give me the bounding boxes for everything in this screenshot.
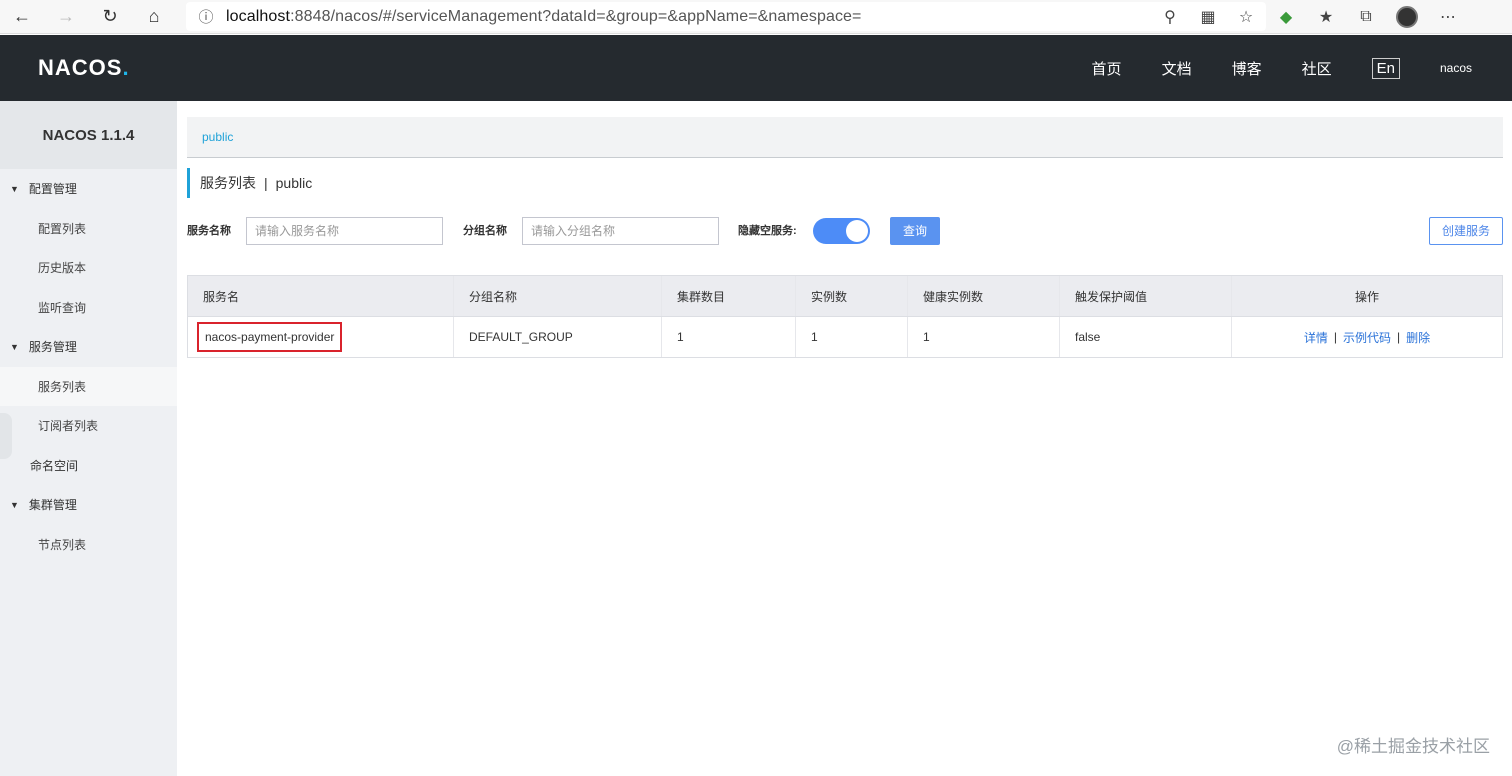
sidebar: NACOS 1.1.4 ▼ 配置管理 配置列表 历史版本 监听查询 ▼ 服务管理… [0, 101, 177, 776]
sidebar-item-config-list[interactable]: 配置列表 [0, 209, 177, 249]
column-header: 触发保护阈值 [1060, 276, 1232, 316]
nacos-logo[interactable]: NACOS. [38, 55, 130, 81]
caret-down-icon: ▼ [10, 183, 19, 194]
toggle-knob [846, 220, 868, 242]
logo-dot: . [122, 55, 130, 80]
address-bar[interactable]: ⓘ localhost:8848/nacos/#/serviceManageme… [186, 2, 1266, 31]
collections-icon[interactable]: ⧉ [1356, 8, 1376, 26]
caret-down-icon: ▼ [10, 499, 19, 510]
healthy-cell: 1 [908, 317, 1060, 357]
nav-docs[interactable]: 文档 [1162, 58, 1192, 79]
sidebar-item-namespace[interactable]: 命名空间 [0, 446, 177, 486]
sidebar-item-listener-query[interactable]: 监听查询 [0, 288, 177, 328]
sidebar-group-label: 集群管理 [28, 498, 77, 513]
favorites-list-icon[interactable]: ★ [1316, 7, 1336, 27]
home-icon[interactable]: ⌂ [132, 0, 176, 34]
nav-blog[interactable]: 博客 [1232, 58, 1262, 79]
sidebar-item-service-list[interactable]: 服务列表 [0, 366, 177, 406]
group-name-input[interactable]: 请输入分组名称 [522, 217, 719, 245]
namespace-breadcrumb: public [187, 117, 1503, 158]
browser-toolbar: ← → ↻ ⌂ ⓘ localhost:8848/nacos/#/service… [0, 0, 1512, 34]
service-table: 服务名 分组名称 集群数目 实例数 健康实例数 触发保护阈值 操作 nacos-… [187, 275, 1503, 358]
page-title: 服务列表 | public [187, 168, 312, 198]
sidebar-item-node-list[interactable]: 节点列表 [0, 525, 177, 565]
more-menu-icon[interactable]: ⋯ [1438, 7, 1458, 27]
top-navigation: NACOS. 首页 文档 博客 社区 En nacos [0, 35, 1512, 101]
filter-row: 服务名称 请输入服务名称 分组名称 请输入分组名称 隐藏空服务: 查询 创建服务 [187, 217, 1503, 245]
sidebar-item-history[interactable]: 历史版本 [0, 248, 177, 288]
clusters-cell: 1 [662, 317, 796, 357]
sidebar-title: NACOS 1.1.4 [0, 101, 177, 169]
url-path: :8848/nacos/#/serviceManagement?dataId=&… [290, 7, 862, 25]
translate-icon[interactable]: ▦ [1198, 7, 1218, 27]
watermark: @稀土掘金技术社区 [1336, 737, 1490, 756]
language-switch-button[interactable]: En [1371, 57, 1400, 79]
sidebar-group-config[interactable]: ▼ 配置管理 [0, 169, 177, 209]
caret-down-icon: ▼ [10, 341, 19, 352]
nav-home[interactable]: 首页 [1092, 58, 1122, 79]
refresh-icon[interactable]: ↻ [88, 0, 132, 34]
profile-avatar[interactable] [1396, 6, 1418, 28]
op-separator: | [1333, 330, 1337, 344]
column-header: 健康实例数 [908, 276, 1060, 316]
column-header: 实例数 [796, 276, 908, 316]
delete-link[interactable]: 删除 [1406, 329, 1430, 346]
service-name-input[interactable]: 请输入服务名称 [246, 217, 443, 245]
service-name-cell: nacos-payment-provider [188, 317, 454, 357]
threshold-cell: false [1060, 317, 1232, 357]
column-header: 服务名 [188, 276, 454, 316]
sidebar-collapse-handle[interactable] [0, 413, 12, 459]
logo-text: NACOS [38, 55, 123, 80]
info-icon[interactable]: ⓘ [186, 6, 226, 27]
create-service-button[interactable]: 创建服务 [1429, 217, 1503, 245]
url-text[interactable]: localhost:8848/nacos/#/serviceManagement… [226, 8, 862, 26]
op-separator: | [1397, 330, 1401, 344]
instances-cell: 1 [796, 317, 908, 357]
sidebar-group-label: 配置管理 [28, 182, 77, 197]
service-name-label: 服务名称 [187, 225, 231, 237]
query-button[interactable]: 查询 [890, 217, 940, 245]
column-header: 操作 [1354, 289, 1379, 304]
namespace-link-public[interactable]: public [202, 130, 233, 144]
column-header: 分组名称 [454, 276, 662, 316]
operations-cell: 详情 | 示例代码 | 删除 [1232, 317, 1502, 357]
table-header: 服务名 分组名称 集群数目 实例数 健康实例数 触发保护阈值 操作 [188, 276, 1502, 317]
group-name-label: 分组名称 [463, 225, 507, 237]
user-name[interactable]: nacos [1440, 61, 1472, 75]
sidebar-group-service[interactable]: ▼ 服务管理 [0, 327, 177, 367]
highlighted-service-name: nacos-payment-provider [197, 322, 343, 352]
extension-icon[interactable]: ◆ [1276, 7, 1296, 27]
nav-community[interactable]: 社区 [1302, 58, 1332, 79]
page-title-namespace: public [275, 175, 313, 191]
sidebar-group-label: 服务管理 [28, 340, 77, 355]
hide-empty-label: 隐藏空服务: [738, 225, 797, 237]
sample-code-link[interactable]: 示例代码 [1343, 329, 1391, 346]
sidebar-item-subscriber-list[interactable]: 订阅者列表 [0, 406, 177, 446]
sidebar-group-cluster[interactable]: ▼ 集群管理 [0, 485, 177, 525]
url-host: localhost [226, 7, 291, 25]
table-row: nacos-payment-provider DEFAULT_GROUP 1 1… [188, 317, 1502, 357]
group-cell: DEFAULT_GROUP [454, 317, 662, 357]
column-header: 集群数目 [662, 276, 796, 316]
forward-arrow-icon[interactable]: → [44, 0, 88, 34]
hide-empty-toggle[interactable] [813, 218, 870, 244]
page-title-separator: | [264, 175, 268, 191]
key-icon[interactable]: ⚲ [1160, 7, 1180, 27]
details-link[interactable]: 详情 [1304, 329, 1328, 346]
page-title-main: 服务列表 [200, 175, 256, 191]
back-arrow-icon[interactable]: ← [0, 0, 44, 34]
favorite-star-icon[interactable]: ☆ [1236, 7, 1256, 27]
